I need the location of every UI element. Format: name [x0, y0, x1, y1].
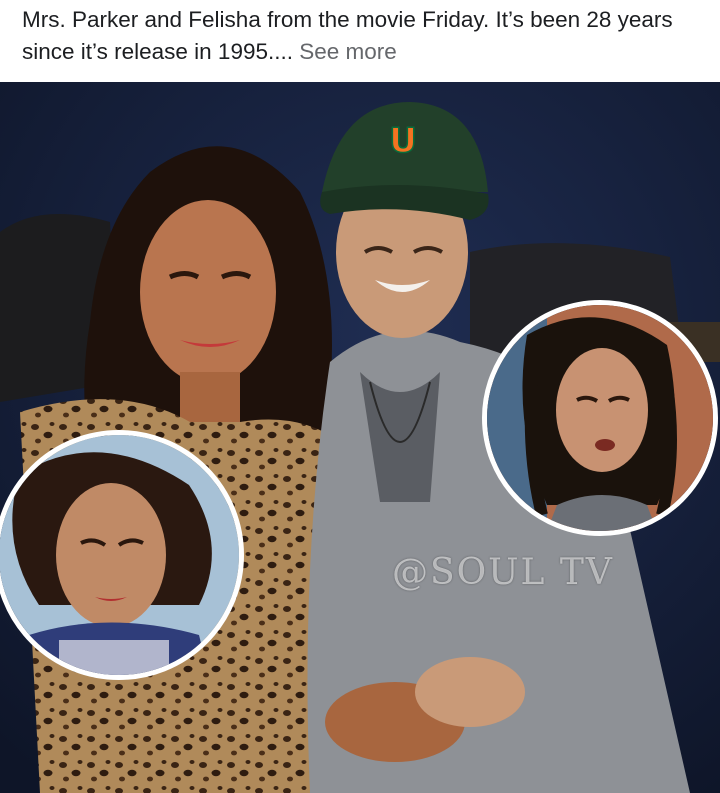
post-caption: Mrs. Parker and Felisha from the movie F… [0, 0, 720, 82]
inset-photo-mrs-parker [0, 430, 244, 680]
watermark: @SOUL TV [392, 552, 614, 593]
inset-photo-felisha [482, 300, 718, 536]
see-more-link[interactable]: See more [299, 39, 397, 64]
cap-logo: U [389, 121, 417, 161]
post-photo[interactable]: U @SOUL TV [0, 82, 720, 793]
